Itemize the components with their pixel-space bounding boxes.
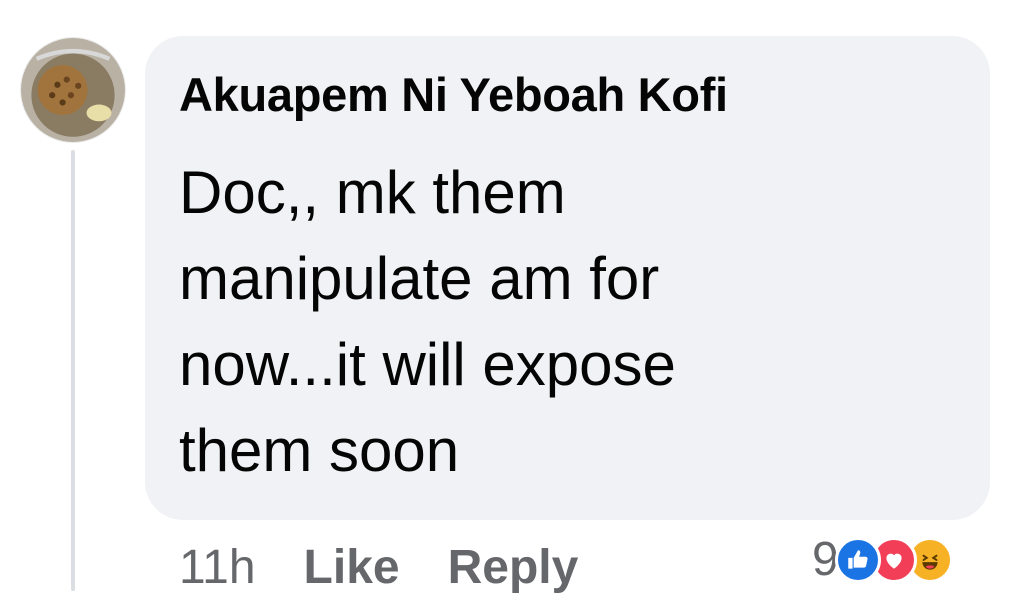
reactions-summary[interactable]: 9: [812, 530, 953, 590]
like-button[interactable]: Like: [304, 538, 400, 598]
like-icon: [834, 537, 881, 583]
avatar[interactable]: [21, 38, 125, 142]
comment-text: Doc,, mk them manipulate am for now...it…: [179, 150, 676, 494]
comment-text-line: them soon: [179, 417, 460, 484]
comment-author[interactable]: Akuapem Ni Yeboah Kofi: [179, 64, 728, 126]
comment-actions: 11h Like Reply: [179, 538, 578, 598]
comment-timestamp[interactable]: 11h: [179, 538, 256, 598]
comment-text-line: Doc,, mk them: [179, 159, 566, 226]
comment-text-line: manipulate am for: [179, 245, 660, 312]
reply-button[interactable]: Reply: [448, 538, 579, 598]
comment-text-line: now...it will expose: [179, 331, 676, 398]
avatar-photo: [21, 38, 125, 142]
reply-thread-line: [71, 150, 75, 591]
